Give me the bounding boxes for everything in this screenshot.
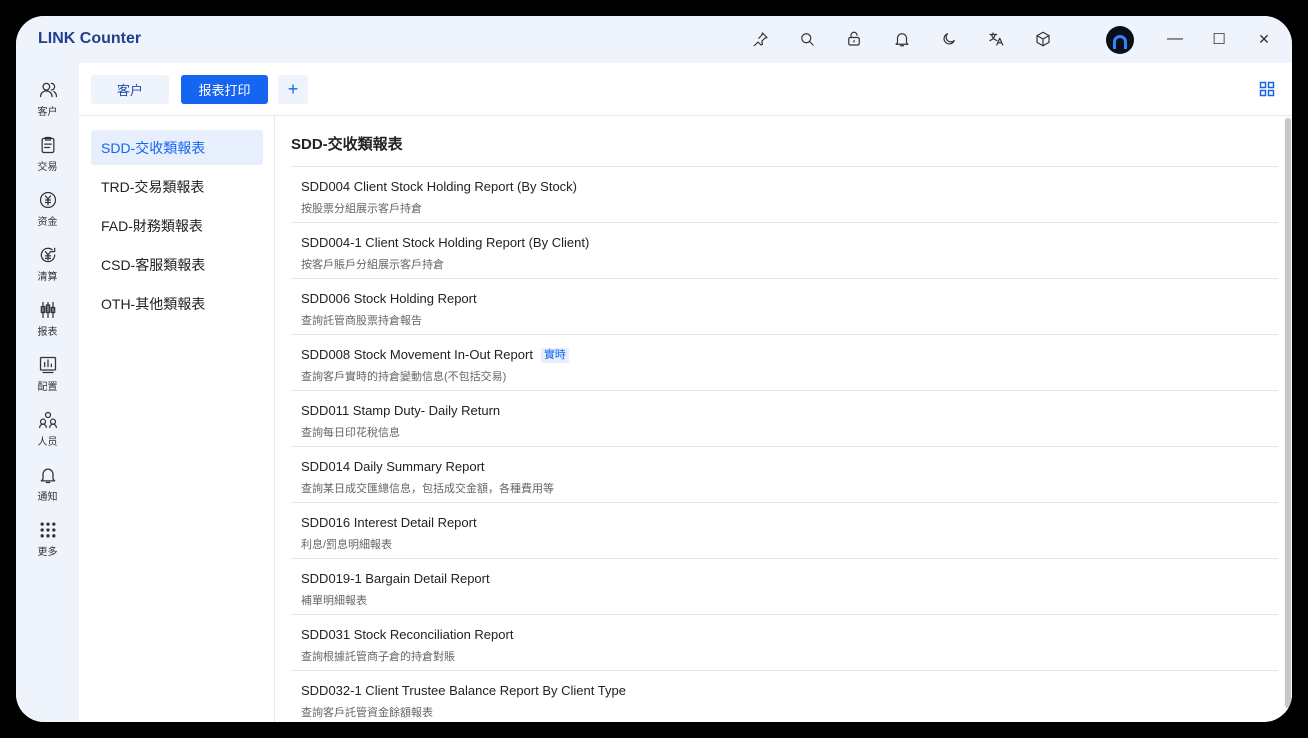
report-name: SDD004-1 Client Stock Holding Report (By… — [301, 235, 590, 250]
report-item[interactable]: SDD019-1 Bargain Detail Report 補單明細報表 — [291, 559, 1278, 615]
report-name: SDD016 Interest Detail Report — [301, 515, 477, 530]
cube-icon[interactable] — [1032, 28, 1054, 50]
realtime-badge: 實時 — [540, 348, 569, 363]
report-desc: 按股票分組展示客戶持倉 — [301, 203, 422, 215]
app-window: LINK Counter — ☐ ✕ 客户 交易 资金 清算 报表 配置 人员 … — [16, 16, 1292, 722]
minimize-button[interactable]: — — [1164, 28, 1186, 50]
candlestick-icon — [40, 301, 55, 319]
report-desc: 利息/罰息明細報表 — [301, 539, 393, 551]
search-icon[interactable] — [796, 28, 818, 50]
report-item[interactable]: SDD008 Stock Movement In-Out Report 實時 查詢… — [291, 335, 1278, 391]
maximize-button[interactable]: ☐ — [1208, 28, 1230, 50]
add-tab-button[interactable]: + — [278, 75, 308, 104]
report-name: SDD014 Daily Summary Report — [301, 459, 485, 474]
nav-label: 配置 — [37, 382, 58, 393]
category-oth[interactable]: OTH-其他類報表 — [91, 286, 263, 321]
report-desc: 查詢每日印花稅信息 — [301, 427, 400, 439]
report-desc: 查詢客戶託管資金餘額報表 — [301, 707, 433, 719]
report-name: SDD032-1 Client Trustee Balance Report B… — [301, 683, 626, 698]
report-name: SDD008 Stock Movement In-Out Report — [301, 347, 533, 362]
nav-label: 人员 — [37, 437, 58, 448]
report-list-panel: SDD-交收類報表 SDD004 Client Stock Holding Re… — [275, 116, 1284, 722]
dots-grid-icon — [40, 522, 55, 538]
report-item[interactable]: SDD004 Client Stock Holding Report (By S… — [291, 167, 1278, 223]
people-group-icon — [38, 411, 57, 429]
report-item[interactable]: SDD014 Daily Summary Report 查詢某日成交匯總信息，包… — [291, 447, 1278, 503]
tab-bar: 客户 报表打印 + — [79, 63, 1292, 116]
tab-report-print[interactable]: 报表打印 — [181, 75, 268, 104]
category-csd[interactable]: CSD-客服類報表 — [91, 247, 263, 282]
nav-label: 客户 — [37, 107, 58, 118]
nav-item-funds[interactable]: 资金 — [16, 190, 79, 240]
report-item[interactable]: SDD011 Stamp Duty- Daily Return 查詢每日印花稅信… — [291, 391, 1278, 447]
nav-label: 清算 — [37, 272, 58, 283]
report-name: SDD004 Client Stock Holding Report (By S… — [301, 179, 578, 194]
report-name: SDD031 Stock Reconciliation Report — [301, 627, 514, 642]
report-desc: 查詢客戶實時的持倉變動信息(不包括交易) — [301, 371, 507, 383]
bell-icon[interactable] — [891, 28, 913, 50]
users-icon — [39, 82, 57, 98]
report-name-row: SDD008 Stock Movement In-Out Report 實時 — [301, 347, 569, 363]
nav-label: 更多 — [37, 547, 58, 558]
scrollbar-thumb[interactable] — [1285, 118, 1291, 708]
report-name: SDD011 Stamp Duty- Daily Return — [301, 403, 501, 418]
report-name: SDD019-1 Bargain Detail Report — [301, 571, 490, 586]
nav-item-trade[interactable]: 交易 — [16, 135, 79, 185]
report-desc: 補單明細報表 — [301, 595, 367, 607]
left-nav: 客户 交易 资金 清算 报表 配置 人员 通知 更多 — [16, 63, 79, 722]
category-fad[interactable]: FAD-財務類報表 — [91, 208, 263, 243]
translate-icon[interactable] — [985, 28, 1007, 50]
nav-label: 资金 — [37, 217, 58, 228]
nav-item-customer[interactable]: 客户 — [16, 80, 79, 130]
app-title: LINK Counter — [38, 30, 142, 47]
report-item[interactable]: SDD031 Stock Reconciliation Report 查詢根據託… — [291, 615, 1278, 671]
bell-icon — [40, 468, 55, 484]
yen-cycle-icon — [40, 247, 55, 263]
report-item[interactable]: SDD004-1 Client Stock Holding Report (By… — [291, 223, 1278, 279]
nav-item-notify[interactable]: 通知 — [16, 465, 79, 515]
chart-config-icon — [39, 356, 56, 374]
yen-icon — [39, 191, 56, 209]
report-category-list: SDD-交收類報表 TRD-交易類報表 FAD-財務類報表 CSD-客服類報表 … — [79, 116, 275, 722]
nav-item-config[interactable]: 配置 — [16, 355, 79, 405]
nav-label: 交易 — [37, 162, 58, 173]
avatar-logo-icon — [1113, 34, 1127, 49]
grid-view-icon[interactable] — [1259, 81, 1275, 97]
nav-label: 报表 — [37, 327, 58, 338]
scrollbar[interactable] — [1284, 116, 1292, 722]
clipboard-icon — [41, 136, 54, 154]
nav-label: 通知 — [37, 492, 58, 503]
pin-icon[interactable] — [750, 28, 772, 50]
report-desc: 查詢某日成交匯總信息，包括成交金額，各種費用等 — [301, 483, 554, 495]
section-title: SDD-交收類報表 — [291, 136, 403, 153]
report-item[interactable]: SDD016 Interest Detail Report 利息/罰息明細報表 — [291, 503, 1278, 559]
report-desc: 查詢根據託管商子倉的持倉對賬 — [301, 651, 455, 663]
report-item[interactable]: SDD006 Stock Holding Report 查詢託管商股票持倉報告 — [291, 279, 1278, 335]
title-bar: LINK Counter — ☐ ✕ — [16, 16, 1292, 63]
lock-icon[interactable] — [843, 28, 865, 50]
category-sdd[interactable]: SDD-交收類報表 — [91, 130, 263, 165]
report-item[interactable]: SDD032-1 Client Trustee Balance Report B… — [291, 671, 1278, 722]
nav-item-more[interactable]: 更多 — [16, 520, 79, 570]
nav-item-settlement[interactable]: 清算 — [16, 245, 79, 295]
close-button[interactable]: ✕ — [1253, 28, 1275, 50]
category-trd[interactable]: TRD-交易類報表 — [91, 169, 263, 204]
tab-customer[interactable]: 客户 — [91, 75, 169, 104]
moon-icon[interactable] — [938, 28, 960, 50]
nav-item-staff[interactable]: 人员 — [16, 410, 79, 460]
nav-item-reports[interactable]: 报表 — [16, 300, 79, 350]
report-name: SDD006 Stock Holding Report — [301, 291, 477, 306]
report-desc: 查詢託管商股票持倉報告 — [301, 315, 422, 327]
report-desc: 按客戶賬戶分組展示客戶持倉 — [301, 259, 444, 271]
avatar[interactable] — [1106, 26, 1134, 54]
